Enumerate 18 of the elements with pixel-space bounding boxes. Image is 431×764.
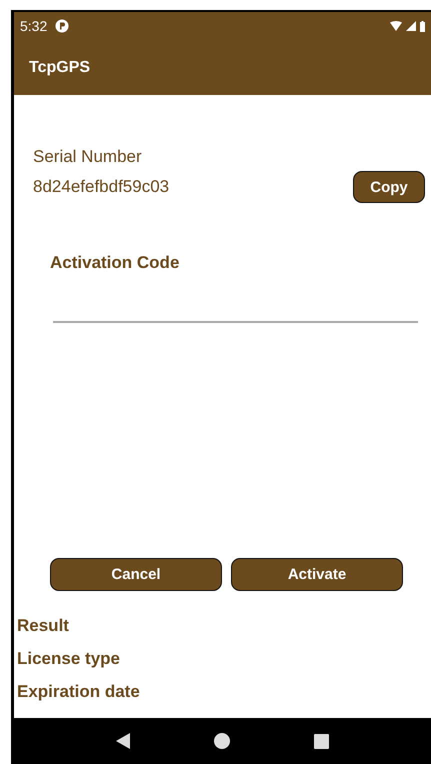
action-button[interactable]: Activate [231, 558, 403, 591]
battery-icon [420, 20, 425, 32]
status-time: 5:32 [20, 18, 48, 34]
back-icon[interactable] [116, 733, 130, 749]
activation-label: Activation Code [50, 253, 180, 273]
serial-value: 8d24efefbdf59c03 [33, 177, 170, 197]
action-button[interactable]: Cancel [50, 558, 222, 591]
recents-icon[interactable] [314, 734, 329, 748]
notification-icon [55, 19, 70, 33]
wifi-icon [390, 21, 402, 31]
info-label: Expiration date [16, 681, 141, 703]
serial-label: Serial Number [33, 147, 143, 167]
copy-button[interactable]: Copy [353, 171, 425, 203]
signal-icon [406, 21, 416, 31]
info-label: Result [16, 615, 70, 637]
home-icon[interactable] [214, 733, 230, 749]
app-title: TcpGPS [29, 58, 90, 76]
info-label: License type [16, 648, 121, 670]
